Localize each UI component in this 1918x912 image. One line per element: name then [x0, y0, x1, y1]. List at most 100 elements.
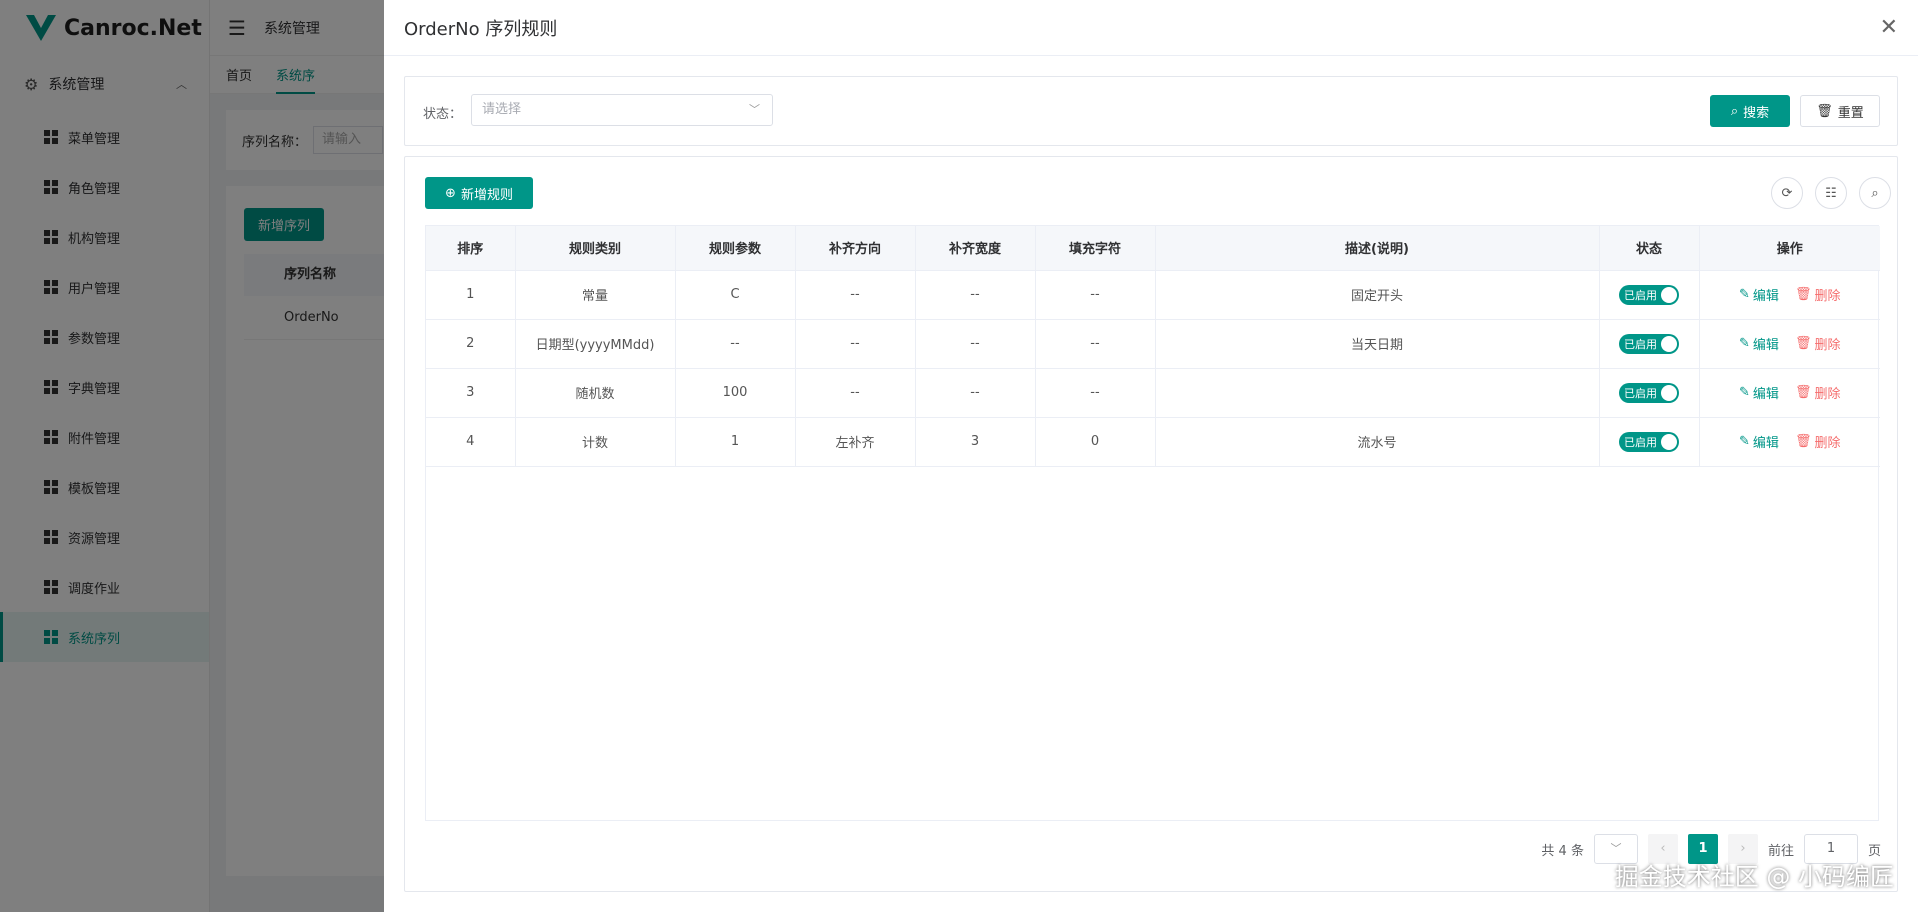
edit-icon: ✎	[1739, 434, 1750, 449]
cell-actions: ✎ 编辑 🗑 删除	[1699, 319, 1880, 369]
search-toggle-icon[interactable]: ⌕	[1859, 177, 1891, 209]
status-select[interactable]: 请选择 ﹀	[471, 94, 773, 126]
column-settings-icon[interactable]: ☷	[1815, 177, 1847, 209]
status-switch-label: 已启用	[1624, 288, 1657, 302]
status-switch[interactable]: 已启用	[1619, 333, 1679, 354]
cell-param: 1	[675, 417, 796, 467]
edit-label: 编辑	[1752, 387, 1779, 402]
cell-width: 3	[915, 417, 1036, 467]
chevron-down-icon: ﹀	[749, 103, 760, 116]
drawer-header: OrderNo 序列规则	[384, 0, 1918, 56]
table-row: 2 日期型(yyyyMMdd) -- -- -- -- 当天日期 已启用 ✎ 编辑 🗑 删除	[426, 319, 1880, 369]
edit-button[interactable]: ✎ 编辑	[1739, 334, 1779, 353]
rules-table: 排序 规则类别 规则参数 补齐方向 补齐宽度 填充字符 描述(说明) 状态 操作 1 常量 C -- -…	[425, 225, 1880, 821]
cell-direction: --	[795, 368, 916, 418]
cell-order: 3	[426, 368, 516, 418]
table-row: 3 随机数 100 -- -- -- 已启用 ✎ 编辑 🗑 删除	[426, 368, 1880, 418]
refresh-icon[interactable]: ⟳	[1771, 177, 1803, 209]
column-header: 规则类别	[515, 226, 676, 271]
plus-circle-icon: ⊕	[445, 185, 456, 201]
cell-category: 计数	[515, 417, 676, 467]
cell-status: 已启用	[1599, 319, 1700, 369]
delete-label: 删除	[1814, 436, 1841, 451]
filter-bar: 状态： 请选择 ﹀ ⌕ 搜索 🗑 重置	[404, 76, 1898, 146]
cell-param: 100	[675, 368, 796, 418]
cell-direction: --	[795, 270, 916, 320]
cell-width: --	[915, 368, 1036, 418]
cell-status: 已启用	[1599, 270, 1700, 320]
column-header: 填充字符	[1035, 226, 1156, 271]
status-switch-label: 已启用	[1624, 386, 1657, 400]
column-header: 补齐方向	[795, 226, 916, 271]
edit-icon: ✎	[1739, 287, 1750, 302]
status-switch[interactable]: 已启用	[1619, 382, 1679, 403]
cell-direction: --	[795, 319, 916, 369]
trash-icon: 🗑	[1794, 287, 1812, 302]
close-icon[interactable]: ✕	[1880, 15, 1898, 40]
add-rule-button[interactable]: ⊕ 新增规则	[425, 177, 533, 209]
status-switch[interactable]: 已启用	[1619, 431, 1679, 452]
cell-fill: 0	[1035, 417, 1156, 467]
watermark: 掘金技术社区 @ 小码编匠	[1614, 863, 1894, 891]
delete-button[interactable]: 🗑 删除	[1795, 383, 1841, 402]
column-header: 操作	[1699, 226, 1880, 271]
cell-actions: ✎ 编辑 🗑 删除	[1699, 270, 1880, 320]
column-header: 描述(说明)	[1155, 226, 1600, 271]
cell-desc: 当天日期	[1155, 319, 1600, 369]
cell-desc: 固定开头	[1155, 270, 1600, 320]
edit-button[interactable]: ✎ 编辑	[1739, 285, 1779, 304]
edit-button[interactable]: ✎ 编辑	[1739, 383, 1779, 402]
cell-width: --	[915, 270, 1036, 320]
edit-label: 编辑	[1752, 289, 1779, 304]
column-header: 排序	[426, 226, 516, 271]
delete-label: 删除	[1814, 338, 1841, 353]
cell-actions: ✎ 编辑 🗑 删除	[1699, 368, 1880, 418]
pagination-total: 共 4 条	[1541, 843, 1584, 859]
edit-icon: ✎	[1739, 336, 1750, 351]
cell-fill: --	[1035, 368, 1156, 418]
trash-icon: 🗑	[1794, 385, 1812, 400]
table-row: 1 常量 C -- -- -- 固定开头 已启用 ✎ 编辑 🗑 删除	[426, 270, 1880, 320]
column-header: 状态	[1599, 226, 1700, 271]
drawer-title: OrderNo 序列规则	[404, 18, 558, 40]
edit-label: 编辑	[1752, 436, 1779, 451]
switch-knob	[1661, 384, 1677, 401]
cell-category: 常量	[515, 270, 676, 320]
status-switch-label: 已启用	[1624, 435, 1657, 449]
table-row: 4 计数 1 左补齐 3 0 流水号 已启用 ✎ 编辑 🗑 删除	[426, 417, 1880, 467]
add-rule-button-label: 新增规则	[460, 187, 513, 203]
cell-status: 已启用	[1599, 368, 1700, 418]
cell-category: 随机数	[515, 368, 676, 418]
cell-desc	[1155, 368, 1600, 418]
trash-icon: 🗑	[1816, 103, 1833, 119]
trash-icon: 🗑	[1794, 434, 1812, 449]
reset-button[interactable]: 🗑 重置	[1800, 95, 1880, 127]
cell-order: 1	[426, 270, 516, 320]
cell-param: C	[675, 270, 796, 320]
status-select-placeholder: 请选择	[482, 102, 522, 117]
status-switch[interactable]: 已启用	[1619, 284, 1679, 305]
switch-knob	[1661, 433, 1677, 450]
search-button-label: 搜索	[1743, 105, 1770, 121]
delete-label: 删除	[1814, 387, 1841, 402]
cell-param: --	[675, 319, 796, 369]
delete-button[interactable]: 🗑 删除	[1795, 285, 1841, 304]
cell-fill: --	[1035, 319, 1156, 369]
switch-knob	[1661, 335, 1677, 352]
reset-button-label: 重置	[1837, 105, 1864, 121]
cell-order: 2	[426, 319, 516, 369]
edit-button[interactable]: ✎ 编辑	[1739, 432, 1779, 451]
trash-icon: 🗑	[1794, 336, 1812, 351]
rules-table-card: ⊕ 新增规则 ⟳ ☷ ⌕ 排序 规则类别 规则参数 补齐方向 补齐宽度 填充字符 描述(说明…	[404, 156, 1898, 892]
page-suffix: 页	[1867, 843, 1881, 859]
edit-label: 编辑	[1752, 338, 1779, 353]
switch-knob	[1661, 286, 1677, 303]
delete-label: 删除	[1814, 289, 1841, 304]
delete-button[interactable]: 🗑 删除	[1795, 432, 1841, 451]
search-button[interactable]: ⌕ 搜索	[1710, 95, 1790, 127]
column-header: 补齐宽度	[915, 226, 1036, 271]
column-header: 规则参数	[675, 226, 796, 271]
search-icon: ⌕	[1730, 103, 1739, 119]
status-label: 状态：	[423, 107, 463, 122]
delete-button[interactable]: 🗑 删除	[1795, 334, 1841, 353]
